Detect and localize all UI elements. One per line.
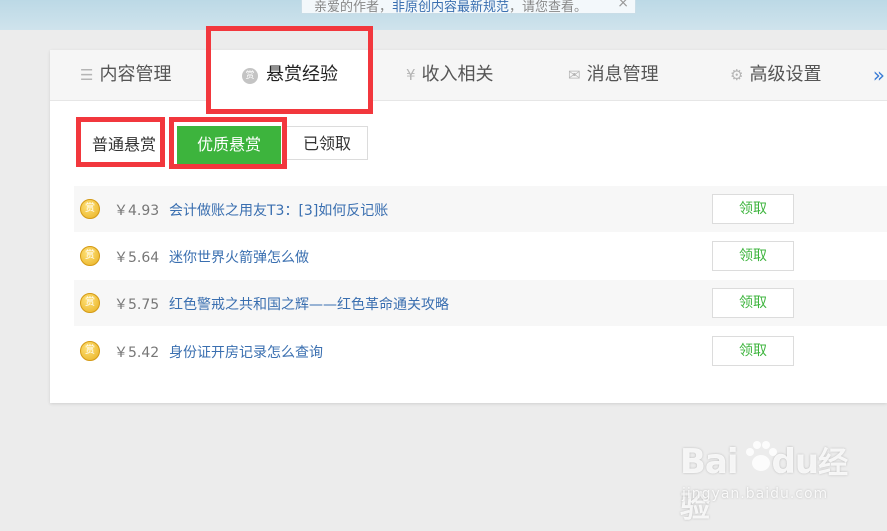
mail-icon: ✉	[568, 66, 581, 84]
paw-icon	[746, 441, 777, 471]
claim-button[interactable]: 领取	[712, 194, 794, 224]
notice-link[interactable]: 非原创内容最新规范	[392, 0, 509, 13]
reward-amount: ￥5.75	[114, 297, 160, 313]
subtab-normal-reward[interactable]: 普通悬赏	[82, 128, 166, 162]
tab-reward-experience[interactable]: 赏悬赏经验	[208, 50, 372, 101]
tab-label: 收入相关	[421, 64, 494, 85]
reward-row: 赏 ￥5.42 身份证开房记录怎么查询 领取	[74, 328, 887, 374]
tab-advanced-settings[interactable]: ⚙ 高级设置	[730, 50, 821, 100]
notice-prefix: 亲爱的作者，	[314, 0, 393, 14]
reward-row: 赏 ￥4.93 会计做账之用友T3：[3]如何反记账 领取	[74, 186, 887, 232]
more-tabs-icon[interactable]: »	[873, 50, 885, 100]
tab-label: 悬赏经验	[266, 64, 338, 85]
coin-icon: 赏	[80, 293, 100, 313]
subtab-claimed[interactable]: 已领取	[286, 126, 368, 160]
yen-icon: ¥	[406, 66, 416, 84]
list-icon: ☰	[80, 66, 94, 84]
notice-suffix: ，请您查看。	[509, 0, 588, 14]
reward-row: 赏 ￥5.64 迷你世界火箭弹怎么做 领取	[74, 233, 887, 279]
gear-icon: ⚙	[730, 66, 744, 84]
reward-amount: ￥4.93	[114, 203, 160, 219]
tab-content-management[interactable]: ☰ 内容管理	[80, 50, 171, 100]
tab-label: 消息管理	[586, 64, 659, 85]
reward-amount: ￥5.64	[114, 250, 160, 266]
tab-messages[interactable]: ✉ 消息管理	[568, 50, 659, 100]
coin-icon: 赏	[242, 68, 258, 84]
close-icon[interactable]: ×	[617, 0, 629, 11]
claim-button[interactable]: 领取	[712, 241, 794, 271]
watermark-brand-a: Bai	[680, 442, 739, 482]
reward-title-link[interactable]: 会计做账之用友T3：[3]如何反记账	[169, 200, 388, 220]
coin-icon: 赏	[80, 341, 100, 361]
claim-button[interactable]: 领取	[712, 336, 794, 366]
main-panel: ☰ 内容管理 赏悬赏经验 ¥ 收入相关 ✉ 消息管理 ⚙ 高级设置 » 普通悬赏 优质悬…	[50, 50, 887, 403]
tab-label: 内容管理	[99, 64, 172, 85]
coin-icon: 赏	[80, 246, 100, 266]
reward-title-link[interactable]: 身份证开房记录怎么查询	[169, 342, 323, 362]
claim-button[interactable]: 领取	[712, 288, 794, 318]
watermark: Bai du经验 jingyan.baidu.com	[680, 438, 850, 525]
reward-title-link[interactable]: 红色警戒之共和国之辉——红色革命通关攻略	[169, 294, 449, 314]
tab-bar: ☰ 内容管理 赏悬赏经验 ¥ 收入相关 ✉ 消息管理 ⚙ 高级设置 »	[50, 50, 887, 101]
tab-label: 高级设置	[749, 64, 822, 85]
coin-icon: 赏	[80, 199, 100, 219]
notice-bar: 亲爱的作者，非原创内容最新规范，请您查看。 ×	[301, 0, 636, 14]
reward-title-link[interactable]: 迷你世界火箭弹怎么做	[169, 247, 309, 267]
reward-row: 赏 ￥5.75 红色警戒之共和国之辉——红色革命通关攻略 领取	[74, 280, 887, 326]
reward-amount: ￥5.42	[114, 345, 160, 361]
watermark-url: jingyan.baidu.com	[682, 486, 829, 502]
tab-income[interactable]: ¥ 收入相关	[406, 50, 494, 100]
subtab-quality-reward[interactable]: 优质悬赏	[177, 126, 281, 164]
